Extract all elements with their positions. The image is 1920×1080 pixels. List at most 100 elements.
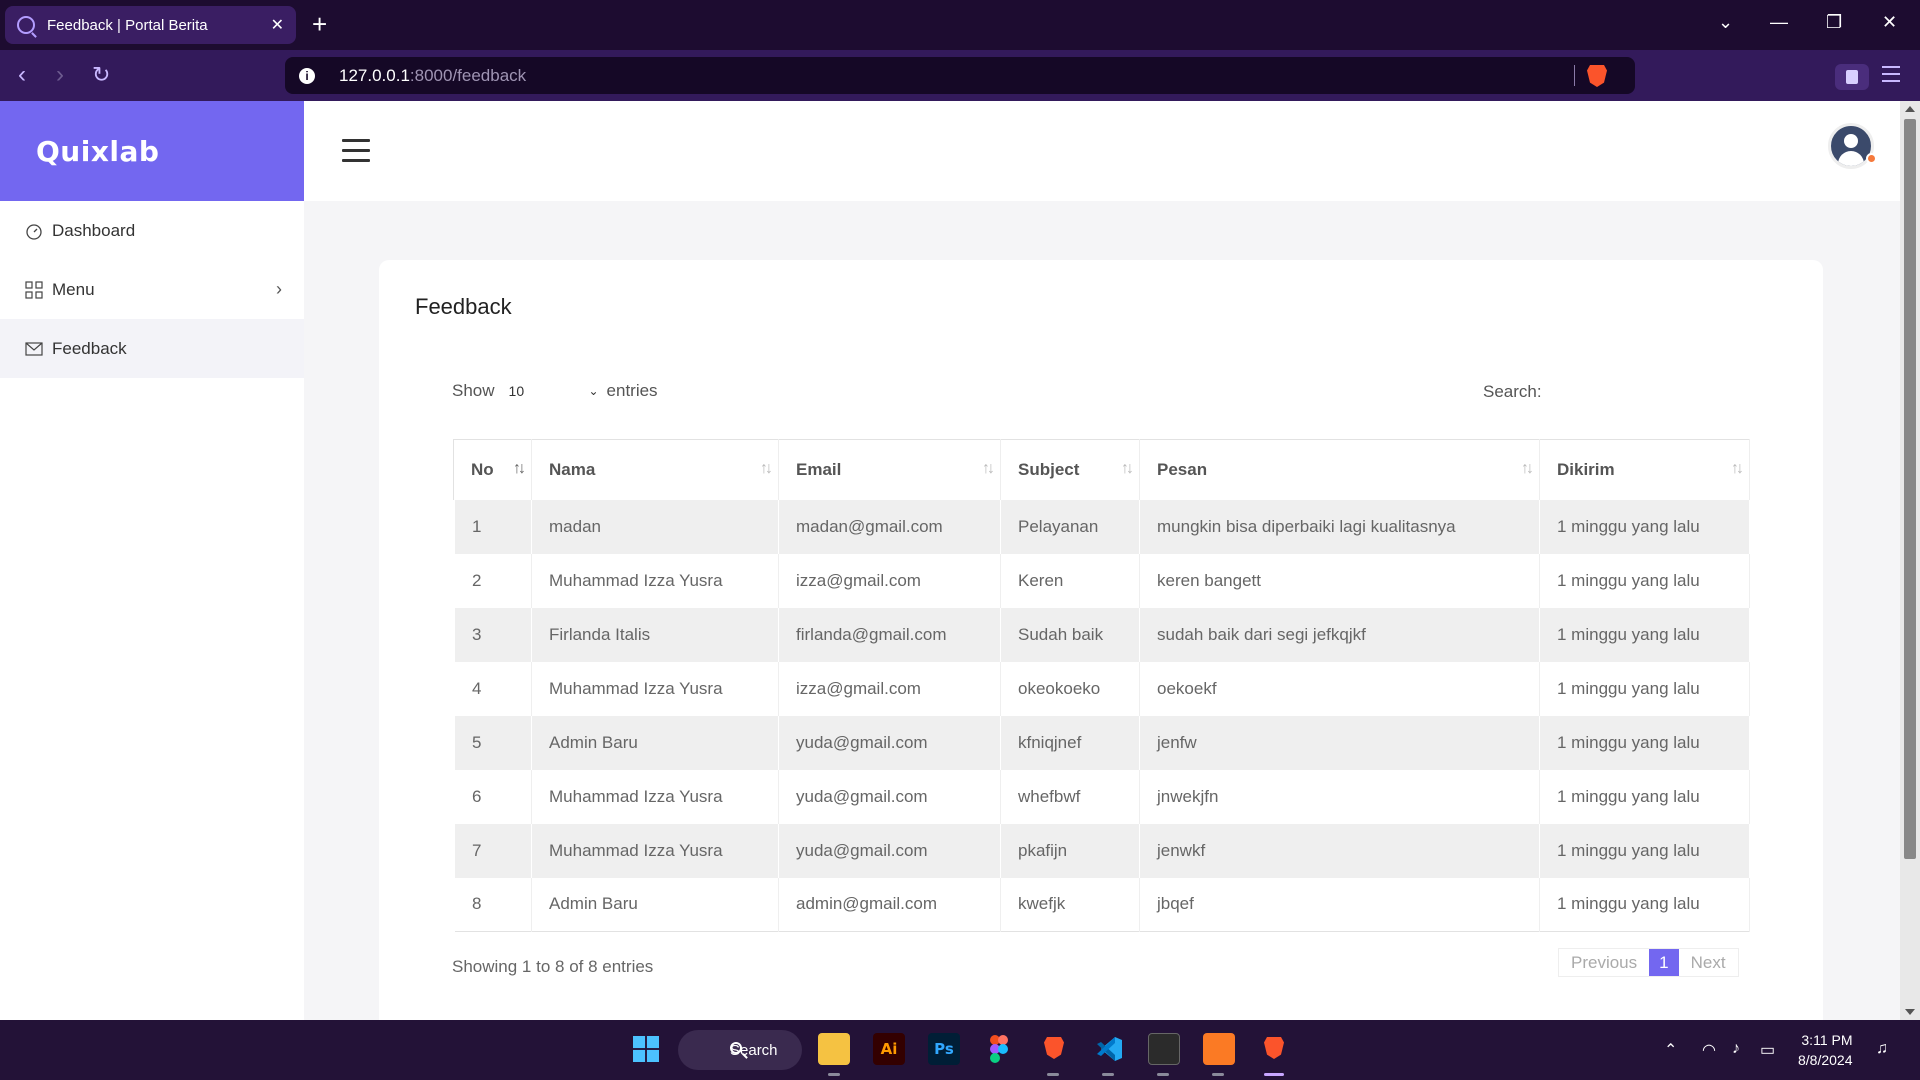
cell-dikirim: 1 minggu yang lalu <box>1539 823 1750 878</box>
cell-pesan: oekoekf <box>1139 661 1540 716</box>
cell-subject: kwefjk <box>1000 877 1140 932</box>
column-header-subject[interactable]: Subject ↑↓ <box>1000 439 1140 500</box>
file-explorer-icon[interactable] <box>818 1033 850 1065</box>
column-header-nama[interactable]: Nama ↑↓ <box>531 439 779 500</box>
sidebar-item-menu[interactable]: Menu › <box>0 260 304 319</box>
vscode-icon[interactable] <box>1093 1033 1125 1065</box>
brave-browser-icon[interactable] <box>1038 1033 1070 1065</box>
grid-icon <box>24 280 44 300</box>
table-row: 4 Muhammad Izza Yusra izza@gmail.com oke… <box>452 661 1750 716</box>
brave-shields-icon[interactable] <box>1587 65 1607 87</box>
forward-icon[interactable]: › <box>56 62 64 88</box>
wifi-icon[interactable]: ◠ <box>1702 1040 1716 1060</box>
sidebar-item-feedback[interactable]: Feedback <box>0 319 304 378</box>
logo-area[interactable]: Quixlab <box>0 101 304 201</box>
new-tab-button[interactable]: + <box>312 10 327 38</box>
cell-email: yuda@gmail.com <box>778 769 1001 824</box>
page-title: Feedback <box>415 294 512 319</box>
logo[interactable]: Quixlab <box>36 135 159 168</box>
speedometer-icon <box>24 221 44 241</box>
sidebar-item-label: Dashboard <box>52 220 136 240</box>
entries-select[interactable]: 10 ⌄ <box>509 383 599 399</box>
tray-chevron-up-icon[interactable]: ⌃ <box>1664 1040 1677 1060</box>
cell-no: 2 <box>452 553 532 608</box>
url-path: :8000/feedback <box>409 65 527 85</box>
taskbar-indicator <box>828 1073 840 1076</box>
page-scrollbar[interactable] <box>1900 101 1920 1020</box>
clock-date: 8/8/2024 <box>1798 1052 1853 1068</box>
tab-close-icon[interactable]: ✕ <box>271 15 284 35</box>
cell-dikirim: 1 minggu yang lalu <box>1539 715 1750 770</box>
scroll-down-icon[interactable] <box>1905 1009 1915 1015</box>
tab-search-chevron-icon[interactable]: ⌄ <box>1718 12 1733 33</box>
taskbar-indicator <box>1157 1073 1169 1076</box>
page-button-current[interactable]: 1 <box>1649 949 1679 976</box>
profile-icon[interactable] <box>1835 64 1869 90</box>
cell-nama: Muhammad Izza Yusra <box>531 661 779 716</box>
restore-icon[interactable]: ❐ <box>1826 12 1842 33</box>
cell-pesan: mungkin bisa diperbaiki lagi kualitasnya <box>1139 499 1540 554</box>
table-row: 7 Muhammad Izza Yusra yuda@gmail.com pka… <box>452 823 1750 878</box>
back-icon[interactable]: ‹ <box>18 62 26 88</box>
cell-dikirim: 1 minggu yang lalu <box>1539 661 1750 716</box>
table-row: 6 Muhammad Izza Yusra yuda@gmail.com whe… <box>452 769 1750 824</box>
taskbar-indicator <box>1047 1073 1059 1076</box>
cell-no: 6 <box>452 769 532 824</box>
terminal-icon[interactable] <box>1148 1033 1180 1065</box>
cell-subject: Keren <box>1000 553 1140 608</box>
table-row: 8 Admin Baru admin@gmail.com kwefjk jbqe… <box>452 877 1750 932</box>
battery-icon[interactable]: ▭ <box>1760 1040 1775 1060</box>
cell-email: firlanda@gmail.com <box>778 607 1001 662</box>
cell-email: yuda@gmail.com <box>778 823 1001 878</box>
scroll-up-icon[interactable] <box>1905 106 1915 112</box>
minimize-icon[interactable]: — <box>1770 12 1788 33</box>
next-button[interactable]: Next <box>1679 949 1738 976</box>
reload-icon[interactable]: ↻ <box>92 62 110 88</box>
notification-bell-icon[interactable]: ♫ <box>1876 1040 1888 1058</box>
taskbar-indicator <box>1102 1073 1114 1076</box>
search-label: Search: <box>1483 382 1542 401</box>
system-clock[interactable]: 3:11 PM 8/8/2024 <box>1798 1030 1853 1070</box>
sidebar-item-label: Menu <box>52 279 95 299</box>
address-bar[interactable]: i 127.0.0.1 :8000/feedback <box>285 57 1635 94</box>
sort-icon: ↑↓ <box>760 460 773 477</box>
clock-time: 3:11 PM <box>1801 1032 1853 1048</box>
brave-browser-active-icon[interactable] <box>1258 1033 1290 1065</box>
entries-label: entries <box>606 381 658 400</box>
photoshop-icon[interactable]: Ps <box>928 1033 960 1065</box>
cell-dikirim: 1 minggu yang lalu <box>1539 499 1750 554</box>
cell-nama: Firlanda Italis <box>531 607 779 662</box>
column-header-no[interactable]: No ↑↓ <box>453 439 532 500</box>
cell-subject: pkafijn <box>1000 823 1140 878</box>
sidebar-item-dashboard[interactable]: Dashboard <box>0 201 304 260</box>
close-window-icon[interactable]: ✕ <box>1882 12 1897 33</box>
cell-email: admin@gmail.com <box>778 877 1001 932</box>
previous-button[interactable]: Previous <box>1559 949 1649 976</box>
sort-icon: ↑↓ <box>1521 460 1534 477</box>
browser-tab-bar: Feedback | Portal Berita ✕ + ⌄ — ❐ ✕ <box>0 0 1920 50</box>
hamburger-menu-icon[interactable] <box>342 139 370 169</box>
cell-no: 1 <box>452 499 532 554</box>
windows-start-icon[interactable] <box>630 1033 662 1065</box>
illustrator-icon[interactable]: Ai <box>873 1033 905 1065</box>
cell-pesan: keren bangett <box>1139 553 1540 608</box>
browser-menu-icon[interactable] <box>1882 66 1900 87</box>
figma-icon[interactable] <box>983 1033 1015 1065</box>
browser-tab[interactable]: Feedback | Portal Berita ✕ <box>5 6 296 44</box>
volume-icon[interactable]: ♪ <box>1732 1040 1740 1058</box>
show-label: Show <box>452 381 495 400</box>
taskbar-search[interactable]: Search <box>678 1030 802 1070</box>
column-header-email[interactable]: Email ↑↓ <box>778 439 1001 500</box>
table-row: 1 madan madan@gmail.com Pelayanan mungki… <box>452 499 1750 554</box>
column-header-pesan[interactable]: Pesan ↑↓ <box>1139 439 1540 500</box>
windows-taskbar: Search Ai Ps ⌃ ◠ ♪ ▭ 3:11 PM 8/8/2024 ♫ <box>0 1020 1920 1080</box>
site-info-icon[interactable]: i <box>299 67 315 84</box>
scroll-thumb[interactable] <box>1904 119 1916 859</box>
cell-nama: Muhammad Izza Yusra <box>531 769 779 824</box>
table-row: 5 Admin Baru yuda@gmail.com kfniqjnef je… <box>452 715 1750 770</box>
sidebar: Quixlab Dashboard Menu › Feedback <box>0 101 304 1020</box>
cell-nama: Admin Baru <box>531 715 779 770</box>
tab-title: Feedback | Portal Berita <box>47 16 208 34</box>
column-header-dikirim[interactable]: Dikirim ↑↓ <box>1539 439 1750 500</box>
xampp-icon[interactable] <box>1203 1033 1235 1065</box>
